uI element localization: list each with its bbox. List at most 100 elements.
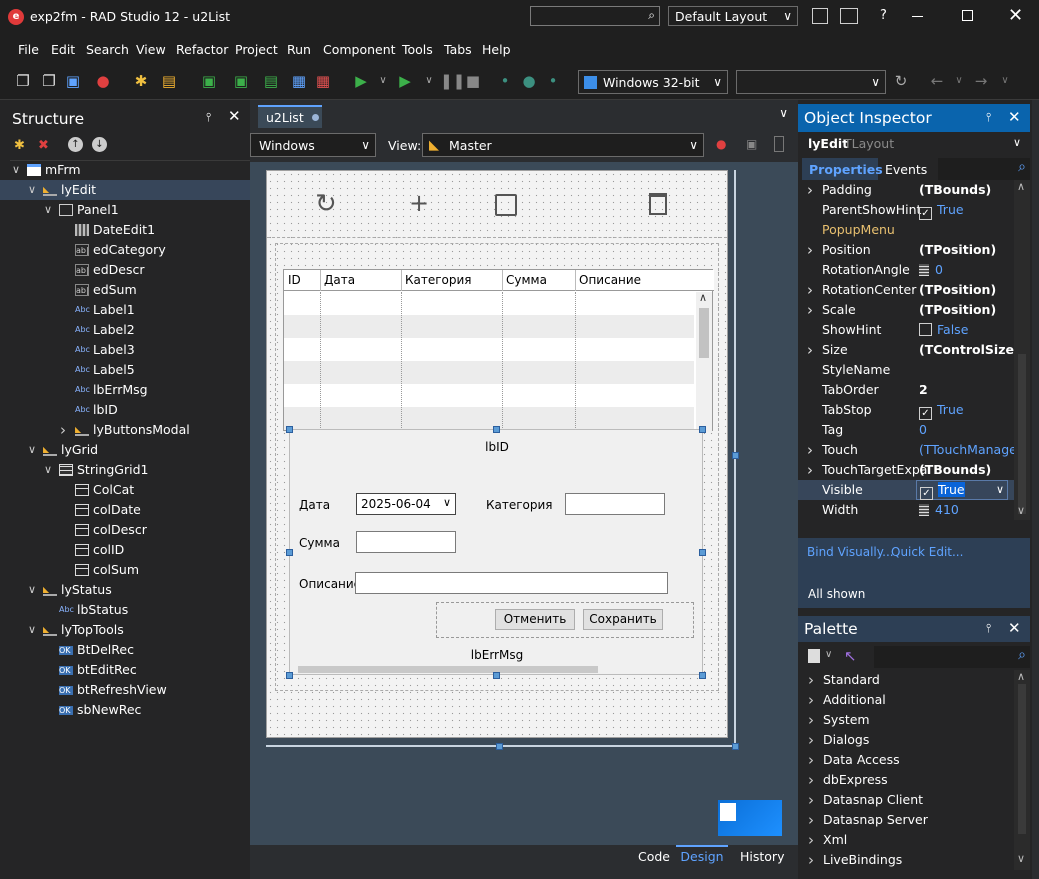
form-resize-handle[interactable] bbox=[732, 743, 739, 750]
scroll-up-icon[interactable]: ∧ bbox=[1017, 670, 1025, 683]
property-row-parentshowhint[interactable]: ParentShowHint ✓ True bbox=[798, 200, 1014, 220]
property-search-input[interactable]: ⌕ bbox=[938, 158, 1030, 180]
property-row-size[interactable]: › Size (TControlSize) bbox=[798, 340, 1020, 360]
open-icon[interactable]: ❐ bbox=[40, 72, 58, 90]
grid-column-header[interactable]: Дата bbox=[324, 273, 355, 287]
category-edit[interactable] bbox=[565, 493, 665, 515]
scroll-down-icon[interactable]: ∨ bbox=[1017, 504, 1025, 517]
palette-category-additional[interactable]: › Additional bbox=[798, 690, 1014, 710]
open-folder-icon[interactable]: ▤ bbox=[160, 72, 178, 90]
table-row[interactable] bbox=[284, 361, 694, 384]
scroll-down-icon[interactable]: ∨ bbox=[1017, 852, 1025, 865]
tree-item-lybuttonsmodal[interactable]: › ◣ lyButtonsModal bbox=[0, 420, 250, 440]
run-without-debug-icon[interactable]: ▶ bbox=[396, 72, 414, 90]
tree-item-bteditrec[interactable]: OK btEditRec bbox=[0, 660, 250, 680]
selection-handle[interactable] bbox=[286, 549, 293, 556]
close-icon[interactable]: ✕ bbox=[1008, 619, 1021, 637]
expand-chevron-right-icon[interactable]: › bbox=[807, 440, 813, 460]
device-combo[interactable]: ∨ bbox=[736, 70, 886, 94]
grid-column-header[interactable]: Описание bbox=[579, 273, 641, 287]
tab-properties[interactable]: Properties bbox=[802, 158, 883, 180]
run-to-cursor-icon[interactable]: • bbox=[544, 72, 562, 90]
expand-chevron-down-icon[interactable]: ∨ bbox=[44, 460, 52, 480]
expand-chevron-right-icon[interactable]: › bbox=[807, 280, 813, 300]
object-selector-chevron-icon[interactable]: ∨ bbox=[1013, 136, 1021, 149]
expand-chevron-down-icon[interactable]: ∨ bbox=[28, 580, 36, 600]
remove-view-icon[interactable]: ● bbox=[716, 137, 726, 151]
add-icon[interactable]: + bbox=[409, 189, 429, 217]
property-row-scale[interactable]: › Scale (TPosition) bbox=[798, 300, 1014, 320]
tree-item-label5[interactable]: Abc Label5 bbox=[0, 360, 250, 380]
property-row-touch[interactable]: › Touch (TTouchManager) bbox=[798, 440, 1027, 460]
selection-handle[interactable] bbox=[699, 672, 706, 679]
property-row-position[interactable]: › Position (TPosition) bbox=[798, 240, 1014, 260]
menu-project[interactable]: Project bbox=[235, 42, 278, 57]
expand-chevron-right-icon[interactable]: › bbox=[807, 240, 813, 260]
delete-component-icon[interactable]: ✖ bbox=[38, 138, 49, 153]
remove-file-icon[interactable]: ▦ bbox=[314, 72, 332, 90]
palette-category-data-access[interactable]: › Data Access bbox=[798, 750, 1014, 770]
tree-item-lbid[interactable]: Abc lbID bbox=[0, 400, 250, 420]
stop-icon[interactable]: ■ bbox=[464, 72, 482, 90]
run-without-debug-dropdown-icon[interactable]: ∨ bbox=[420, 72, 438, 90]
close-icon[interactable]: ✕ bbox=[1008, 108, 1021, 126]
palette-scrollbar[interactable]: ∧ ∨ bbox=[1014, 670, 1030, 870]
tree-item-mfrm[interactable]: ∨ mFrm bbox=[0, 160, 250, 180]
style-combo[interactable]: Windows ∨ bbox=[250, 133, 376, 157]
edit-icon[interactable] bbox=[495, 194, 517, 216]
tree-item-btrefreshview[interactable]: OK btRefreshView bbox=[0, 680, 250, 700]
tree-item-lytoptools[interactable]: ∨ ◣ lyTopTools bbox=[0, 620, 250, 640]
sum-edit[interactable] bbox=[356, 531, 456, 553]
save-all-icon[interactable]: ▣ bbox=[232, 72, 250, 90]
string-grid[interactable]: ID Дата Категория Сумма Описание ∧ bbox=[283, 269, 714, 432]
tree-item-lberrmsg[interactable]: Abc lbErrMsg bbox=[0, 380, 250, 400]
forward-dropdown-icon[interactable]: ∨ bbox=[996, 72, 1014, 90]
scroll-thumb[interactable] bbox=[699, 308, 709, 358]
expand-chevron-right-icon[interactable]: › bbox=[807, 300, 813, 320]
selection-handle[interactable] bbox=[286, 426, 293, 433]
reopen-icon[interactable]: ● bbox=[94, 72, 112, 90]
new-items-icon[interactable]: ❐ bbox=[14, 72, 32, 90]
tree-item-label1[interactable]: Abc Label1 bbox=[0, 300, 250, 320]
bind-visually-link[interactable]: Bind Visually... bbox=[807, 545, 894, 559]
table-row[interactable] bbox=[284, 315, 694, 338]
tree-item-colsum[interactable]: colSum bbox=[0, 560, 250, 580]
tree-item-lyedit[interactable]: ∨ ◣ lyEdit bbox=[0, 180, 250, 200]
descr-edit[interactable] bbox=[355, 572, 668, 594]
grid-column-header[interactable]: Сумма bbox=[506, 273, 547, 287]
selection-handle[interactable] bbox=[493, 426, 500, 433]
table-row[interactable] bbox=[284, 384, 694, 407]
menu-run[interactable]: Run bbox=[287, 42, 311, 57]
palette-category-dbexpress[interactable]: › dbExpress bbox=[798, 770, 1014, 790]
scroll-up-icon[interactable]: ∧ bbox=[1017, 180, 1025, 193]
close-icon[interactable]: ✕ bbox=[228, 107, 241, 125]
tree-item-stringgrid1[interactable]: ∨ StringGrid1 bbox=[0, 460, 250, 480]
tree-item-label2[interactable]: Abc Label2 bbox=[0, 320, 250, 340]
property-row-padding[interactable]: › Padding (TBounds) bbox=[798, 180, 1014, 200]
ide-search-input[interactable]: ⌕ bbox=[530, 6, 660, 26]
expand-chevron-down-icon[interactable]: ∨ bbox=[28, 440, 36, 460]
menu-file[interactable]: File bbox=[18, 42, 39, 57]
date-edit[interactable]: 2025-06-04 ∨ bbox=[356, 493, 456, 515]
arrow-up-icon[interactable]: ↑ bbox=[68, 137, 83, 152]
tree-item-lbstatus[interactable]: Abc lbStatus bbox=[0, 600, 250, 620]
expand-chevron-down-icon[interactable]: ∨ bbox=[28, 620, 36, 640]
trace-into-icon[interactable]: ● bbox=[520, 72, 538, 90]
tree-item-colid[interactable]: colID bbox=[0, 540, 250, 560]
tree-item-coldescr[interactable]: colDescr bbox=[0, 520, 250, 540]
set-debug-desktop-icon[interactable] bbox=[840, 8, 858, 24]
property-row-stylename[interactable]: StyleName bbox=[798, 360, 1014, 380]
minimize-button[interactable] bbox=[912, 16, 923, 17]
property-row-rotationangle[interactable]: RotationAngle 0 bbox=[798, 260, 1014, 280]
add-to-project-icon[interactable]: ▤ bbox=[262, 72, 280, 90]
form-surface[interactable]: ↻ + ID Дата Категория Сумма Описание ∧ lbID … bbox=[266, 170, 728, 738]
new-component-icon[interactable]: ✱ bbox=[14, 138, 25, 153]
maximize-button[interactable] bbox=[962, 10, 973, 21]
property-scrollbar[interactable]: ∧ ∨ bbox=[1014, 180, 1030, 520]
selection-handle[interactable] bbox=[493, 672, 500, 679]
tab-u2list[interactable]: u2List bbox=[258, 105, 322, 128]
expand-chevron-right-icon[interactable]: › bbox=[60, 420, 66, 440]
palette-category-livebindings[interactable]: › LiveBindings bbox=[798, 850, 1014, 870]
tree-item-coldate[interactable]: colDate bbox=[0, 500, 250, 520]
property-value[interactable]: ✓ True ∨ bbox=[916, 480, 1008, 500]
